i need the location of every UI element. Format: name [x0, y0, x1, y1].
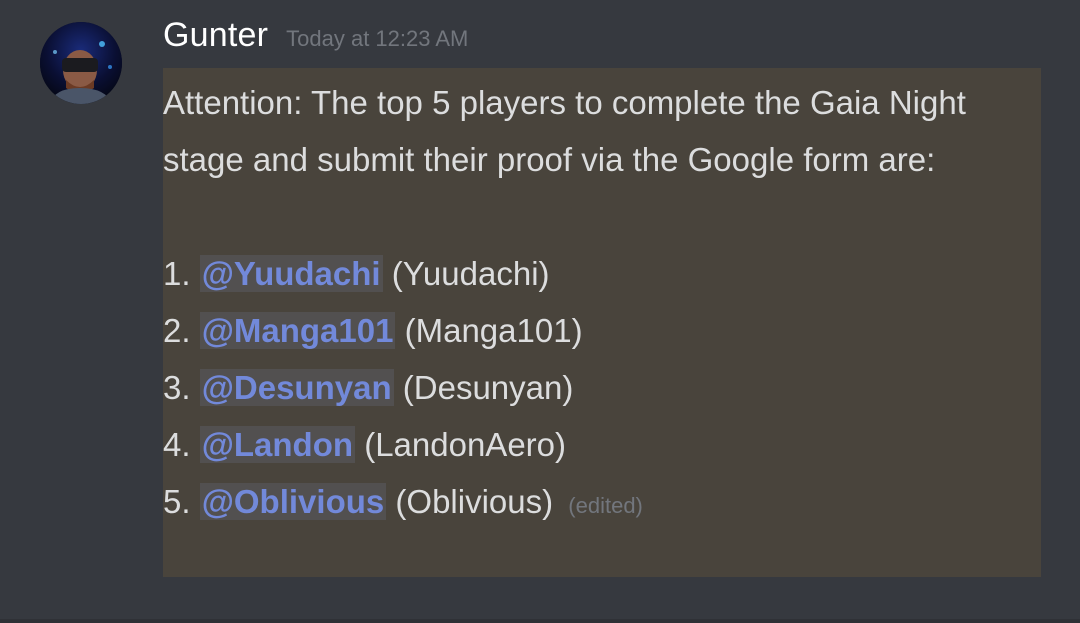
- player-name: (Yuudachi): [391, 255, 550, 292]
- user-mention[interactable]: @Yuudachi: [199, 255, 383, 292]
- player-name: (Desunyan): [402, 369, 574, 406]
- user-mention[interactable]: @Landon: [199, 426, 356, 463]
- avatar[interactable]: [40, 22, 122, 104]
- user-mention[interactable]: @Desunyan: [199, 369, 394, 406]
- list-item: 2. @Manga101 (Manga101): [163, 302, 1041, 359]
- edited-label: (edited): [568, 493, 643, 518]
- list-number: 5.: [163, 483, 191, 520]
- list-number: 2.: [163, 312, 191, 349]
- chat-view: Gunter Today at 12:23 AM Attention: The …: [0, 0, 1080, 623]
- user-mention[interactable]: @Oblivious: [199, 483, 387, 520]
- message-body: Attention: The top 5 players to complete…: [163, 68, 1041, 577]
- avatar-image: [40, 22, 122, 104]
- user-mention[interactable]: @Manga101: [199, 312, 396, 349]
- message-intro: Attention: The top 5 players to complete…: [163, 84, 966, 178]
- divider: [0, 619, 1080, 623]
- message-timestamp: Today at 12:23 AM: [286, 26, 469, 51]
- list-item: 4. @Landon (LandonAero): [163, 416, 1041, 473]
- player-name: (LandonAero): [364, 426, 567, 463]
- list-number: 1.: [163, 255, 191, 292]
- player-name: (Oblivious): [395, 483, 554, 520]
- list-number: 4.: [163, 426, 191, 463]
- list-item: 3. @Desunyan (Desunyan): [163, 359, 1041, 416]
- list-number: 3.: [163, 369, 191, 406]
- author-name[interactable]: Gunter: [163, 16, 268, 55]
- player-name: (Manga101): [404, 312, 583, 349]
- list-item: 1. @Yuudachi (Yuudachi): [163, 245, 1041, 302]
- list-item: 5. @Oblivious (Oblivious) (edited): [163, 473, 1041, 534]
- message-header: Gunter Today at 12:23 AM: [163, 16, 468, 60]
